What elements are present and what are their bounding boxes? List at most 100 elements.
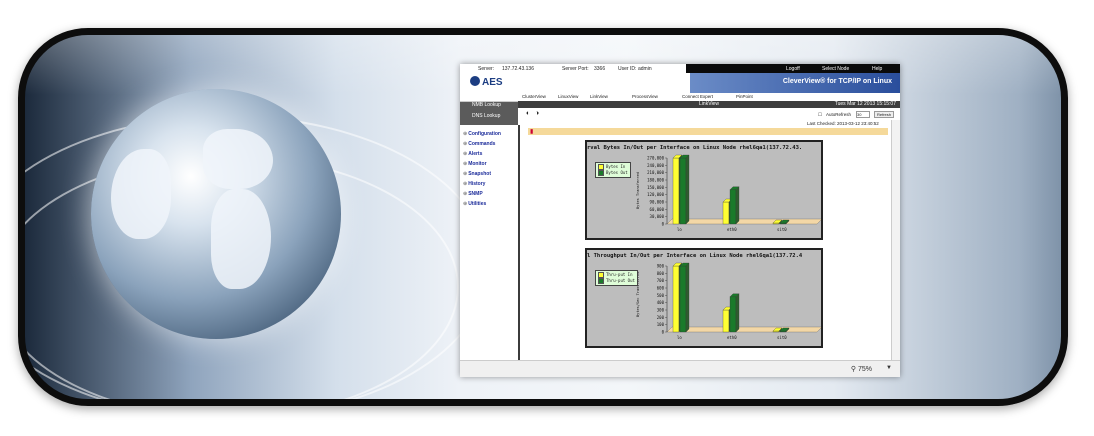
logo-icon [470, 76, 480, 87]
y-tick-label: 30,000 [650, 214, 665, 219]
autorefresh-input[interactable]: 30 [856, 111, 870, 118]
sidebar-item-snapshot[interactable]: Snapshot [463, 171, 491, 177]
sidebar-item-commands[interactable]: Commands [463, 141, 495, 147]
y-tick-label: 700 [657, 278, 665, 283]
back-icon[interactable]: ◐ [526, 110, 530, 117]
y-tick-label: 180,000 [647, 178, 664, 183]
zoom-dropdown-icon[interactable]: ▼ [886, 365, 892, 371]
globe-image [91, 89, 341, 339]
bar-front [679, 265, 687, 333]
sidebar-item-alerts[interactable]: Alerts [463, 151, 482, 157]
port-label: Server Port: [562, 66, 589, 72]
bar-side [735, 186, 740, 225]
page-title-bar: LinkView Tues Mar 12 2013 15:15:07 [518, 101, 900, 108]
dns-lookup-link[interactable]: DNS Lookup [472, 113, 500, 119]
x-tick-label: eth0 [727, 335, 737, 340]
y-tick-label: 900 [657, 264, 665, 269]
bar-side [735, 293, 740, 333]
nav-pinpoint[interactable]: PinPoint [736, 94, 753, 99]
x-tick-label: lo [677, 227, 682, 232]
vertical-scrollbar[interactable] [891, 120, 900, 361]
help-link[interactable]: Help [872, 66, 882, 72]
legend-entry: Bytes Out [598, 170, 628, 176]
bar-front [722, 201, 730, 225]
y-tick-label: 400 [657, 300, 665, 305]
y-tick-label: 90,000 [650, 200, 665, 205]
y-tick-label: 0 [662, 330, 665, 335]
zoom-value: 75% [857, 366, 872, 373]
bytes-chart-legend: Bytes In Bytes Out [595, 162, 631, 178]
refresh-button[interactable]: Refresh [874, 111, 895, 118]
throughput-chart-legend: Thru-put In Thru-put Out [595, 270, 638, 286]
continent-shape [111, 149, 171, 239]
bar-front [729, 296, 737, 333]
last-checked: Last Checked: 2013-03-12 23:40:52 [807, 121, 879, 126]
sidebar: Configuration Commands Alerts Monitor Sn… [460, 125, 520, 377]
y-tick-label: 200 [657, 315, 665, 320]
y-tick-label: 500 [657, 293, 665, 298]
zoom-level[interactable]: ⚲ 75% [851, 365, 872, 373]
top-menu: Logoff Select Node Help [686, 64, 900, 73]
brand-bar: AES CleverView® for TCP/IP on Linux [460, 73, 900, 93]
autorefresh-label: AutoRefresh [826, 112, 852, 117]
throughput-chart-svg: 0100200300400500600700800900Bytes/Sec Tr… [636, 262, 821, 340]
legend-label-in: Thru-put In [606, 272, 633, 277]
bar-front [722, 309, 730, 333]
y-tick-label: 300 [657, 308, 665, 313]
select-node-link[interactable]: Select Node [822, 66, 849, 72]
x-tick-label: lo [677, 335, 682, 340]
continent-shape [203, 129, 273, 189]
y-tick-label: 60,000 [650, 207, 665, 212]
y-tick-label: 210,000 [647, 170, 664, 175]
nav-connect-expert[interactable]: Connect Expert [682, 94, 713, 99]
y-axis-label: Bytes Transferred [636, 172, 640, 209]
y-tick-label: 150,000 [647, 185, 664, 190]
continent-shape [211, 189, 271, 289]
legend-entry: Thru-put Out [598, 278, 635, 284]
sidebar-item-snmp[interactable]: SNMP [463, 191, 482, 197]
y-tick-label: 800 [657, 271, 665, 276]
sidebar-item-utilities[interactable]: Utilities [463, 201, 486, 207]
session-bar: Server: 137.72.43.136 Server Port: 3366 … [460, 64, 900, 73]
chart-floor [666, 326, 821, 333]
server-value: 137.72.43.136 [502, 66, 534, 72]
sidebar-item-monitor[interactable]: Monitor [463, 161, 486, 167]
throughput-chart: l Throughput In/Out per Interface on Lin… [585, 248, 823, 348]
logo-text: AES [482, 77, 503, 88]
logoff-link[interactable]: Logoff [786, 66, 800, 72]
page-title: LinkView [699, 101, 719, 107]
user-value: admin [638, 66, 652, 72]
legend-label-out: Thru-put Out [606, 278, 635, 283]
nav-linuxview[interactable]: LinuxView [558, 94, 578, 99]
forward-icon[interactable]: ◑ [535, 110, 539, 117]
x-tick-label: sit0 [777, 335, 787, 340]
nav-linkview[interactable]: LinkView [590, 94, 608, 99]
legend-label-out: Bytes Out [606, 170, 628, 175]
nmb-lookup-link[interactable]: NMB Lookup [472, 102, 501, 108]
sidebar-item-history[interactable]: History [463, 181, 485, 187]
user-label: User ID: [618, 66, 637, 72]
y-tick-label: 270,000 [647, 156, 664, 161]
chart-floor [666, 218, 821, 225]
bar-front [679, 157, 687, 225]
bar-front [672, 265, 680, 333]
status-bar: ⚲ 75% ▼ [460, 360, 900, 377]
bar-front [729, 189, 737, 225]
legend-swatch-out [598, 170, 604, 176]
autorefresh-checkbox[interactable]: ☐ [818, 112, 822, 118]
sidebar-item-configuration[interactable]: Configuration [463, 131, 501, 137]
port-value: 3366 [594, 66, 606, 72]
x-tick-label: eth0 [727, 227, 737, 232]
nav-processview[interactable]: ProcessView [632, 94, 658, 99]
bar-front [672, 157, 680, 225]
y-tick-label: 240,000 [647, 163, 664, 168]
chart-icon: ▮ [530, 129, 534, 135]
bar-side [685, 262, 690, 333]
main-content: ◐ ◑ ☐ AutoRefresh 30 Refresh Last Checke… [522, 108, 900, 377]
product-title: CleverView® for TCP/IP on Linux [782, 78, 892, 85]
nav-clusterview[interactable]: ClusterView [522, 94, 546, 99]
status-strip: ▮ [528, 128, 888, 135]
bytes-chart-svg: 0 30,000 60,000 90,000 120,000 150,000 180,000… [636, 154, 821, 232]
app-screenshot: Server: 137.72.43.136 Server Port: 3366 … [460, 64, 900, 377]
bytes-chart: rval Bytes In/Out per Interface on Linux… [585, 140, 823, 240]
